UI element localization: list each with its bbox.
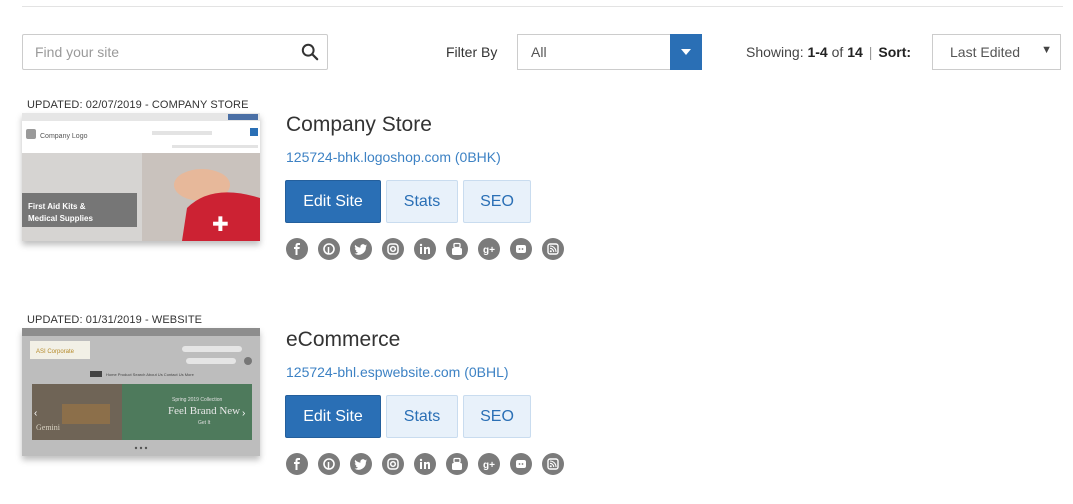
site-title: Company Store bbox=[286, 113, 432, 136]
search-icon[interactable] bbox=[301, 43, 319, 61]
thumb-headline-1: First Aid Kits & bbox=[28, 202, 86, 211]
thumb-logo: ASI Corporate bbox=[36, 349, 75, 355]
google-plus-icon[interactable]: g+ bbox=[478, 238, 500, 260]
pagination-summary: Showing: 1-4 of 14 | Sort: bbox=[746, 44, 911, 60]
site-card: UPDATED: 02/07/2019 - COMPANY STORE Comp… bbox=[0, 99, 1073, 289]
twitter-icon[interactable] bbox=[350, 453, 372, 475]
instagram-icon[interactable] bbox=[382, 453, 404, 475]
facebook-icon[interactable] bbox=[286, 238, 308, 260]
youtube-icon[interactable] bbox=[446, 238, 468, 260]
thumb-headline-2: Medical Supplies bbox=[28, 214, 93, 223]
svg-text:›: › bbox=[242, 408, 245, 419]
filter-select[interactable]: All bbox=[517, 34, 702, 70]
dropdown-arrow-icon: ▼ bbox=[1041, 44, 1052, 56]
filter-dropdown-button[interactable] bbox=[670, 34, 702, 70]
pinterest-icon[interactable] bbox=[318, 238, 340, 260]
stats-button[interactable]: Stats bbox=[386, 180, 458, 223]
filter-label: Filter By bbox=[446, 44, 498, 60]
thumbnail-image: ASI Corporate Home Product Search About … bbox=[22, 328, 260, 456]
svg-text:g+: g+ bbox=[483, 245, 495, 256]
seo-button[interactable]: SEO bbox=[463, 395, 531, 438]
social-icons: g+ bbox=[286, 453, 564, 475]
rss-icon[interactable] bbox=[542, 453, 564, 475]
thumb-logo: Company Logo bbox=[40, 133, 88, 140]
thumbnail-image: Company Logo ✚ First Aid Kits & Medical … bbox=[22, 113, 260, 241]
rss-icon[interactable] bbox=[542, 238, 564, 260]
svg-text:g+: g+ bbox=[483, 460, 495, 471]
twitter-icon[interactable] bbox=[350, 238, 372, 260]
sort-selected-value: Last Edited bbox=[950, 44, 1021, 60]
site-url-link[interactable]: 125724-bhk.logoshop.com (0BHK) bbox=[286, 149, 501, 165]
search-box bbox=[22, 34, 328, 70]
updated-label: UPDATED: 02/07/2019 - COMPANY STORE bbox=[27, 99, 249, 111]
showing-prefix: Showing: bbox=[746, 44, 804, 60]
blog-icon[interactable] bbox=[510, 238, 532, 260]
blog-icon[interactable] bbox=[510, 453, 532, 475]
seo-button[interactable]: SEO bbox=[463, 180, 531, 223]
edit-site-button[interactable]: Edit Site bbox=[285, 395, 381, 438]
thumb-banner-3: Get It bbox=[198, 420, 211, 426]
caret-down-icon bbox=[681, 49, 691, 55]
social-icons: g+ bbox=[286, 238, 564, 260]
search-input[interactable] bbox=[23, 35, 307, 69]
showing-range: 1-4 bbox=[807, 44, 828, 60]
thumb-banner-1: Spring 2019 Collection bbox=[172, 397, 223, 403]
site-card: UPDATED: 01/31/2019 - WEBSITE ASI Corpor… bbox=[0, 314, 1073, 504]
stats-button[interactable]: Stats bbox=[386, 395, 458, 438]
google-plus-icon[interactable]: g+ bbox=[478, 453, 500, 475]
showing-total: 14 bbox=[847, 44, 863, 60]
showing-of: of bbox=[831, 44, 844, 60]
linkedin-icon[interactable] bbox=[414, 453, 436, 475]
site-thumbnail[interactable]: ASI Corporate Home Product Search About … bbox=[22, 328, 260, 456]
linkedin-icon[interactable] bbox=[414, 238, 436, 260]
site-title: eCommerce bbox=[286, 328, 401, 351]
svg-text:‹: ‹ bbox=[34, 408, 37, 419]
sort-select[interactable]: Last Edited ▼ bbox=[932, 34, 1061, 70]
top-divider bbox=[22, 6, 1063, 7]
site-url-link[interactable]: 125724-bhl.espwebsite.com (0BHL) bbox=[286, 364, 509, 380]
sort-label: Sort: bbox=[878, 44, 912, 60]
filter-selected-value: All bbox=[531, 44, 547, 60]
edit-site-button[interactable]: Edit Site bbox=[285, 180, 381, 223]
thumb-banner-2: Feel Brand New bbox=[168, 405, 240, 417]
svg-text:✚: ✚ bbox=[212, 214, 229, 236]
instagram-icon[interactable] bbox=[382, 238, 404, 260]
thumb-nav: Home Product Search About Us Contact Us … bbox=[106, 372, 195, 377]
updated-label: UPDATED: 01/31/2019 - WEBSITE bbox=[27, 314, 203, 326]
separator: | bbox=[868, 44, 873, 60]
youtube-icon[interactable] bbox=[446, 453, 468, 475]
pinterest-icon[interactable] bbox=[318, 453, 340, 475]
facebook-icon[interactable] bbox=[286, 453, 308, 475]
thumb-side-text: Gemini bbox=[36, 423, 61, 432]
site-thumbnail[interactable]: Company Logo ✚ First Aid Kits & Medical … bbox=[22, 113, 260, 241]
